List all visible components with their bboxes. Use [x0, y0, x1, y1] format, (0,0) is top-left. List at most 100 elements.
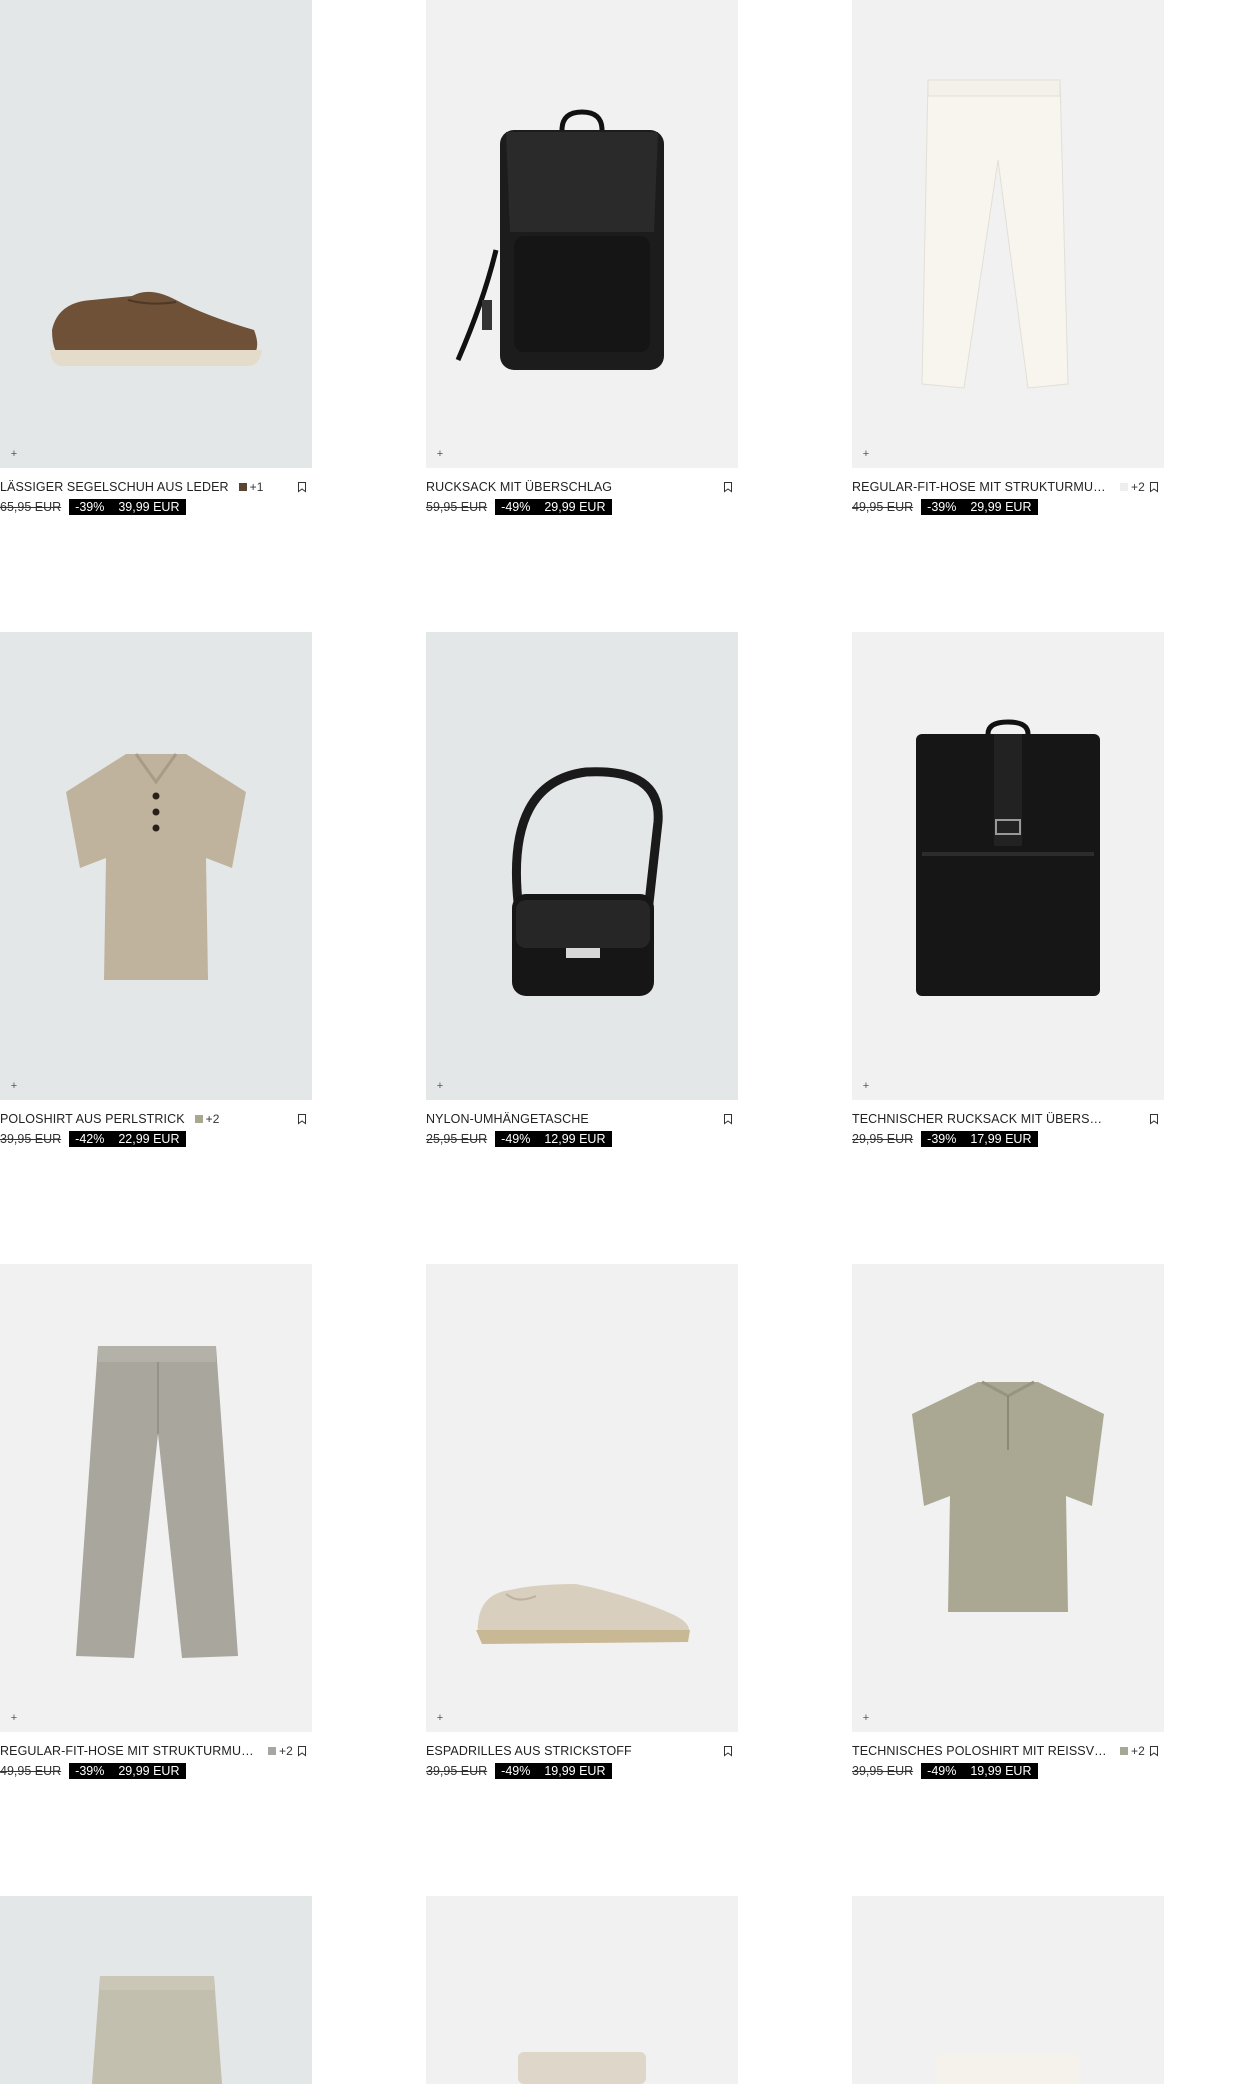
bookmark-icon[interactable]	[722, 1113, 734, 1125]
product-name[interactable]: POLOSHIRT AUS PERLSTRICK	[0, 1112, 185, 1126]
plus-icon[interactable]: +	[8, 448, 20, 460]
plus-icon[interactable]: +	[8, 1712, 20, 1724]
original-price: 39,95 EUR	[852, 1764, 914, 1778]
product-preview-image	[936, 2054, 1080, 2084]
product-image[interactable]	[0, 1896, 312, 2084]
product-image[interactable]: +	[852, 1264, 1164, 1732]
bookmark-icon[interactable]	[722, 1745, 734, 1757]
color-swatch[interactable]	[194, 1115, 203, 1123]
original-price: 65,95 EUR	[0, 500, 62, 514]
original-price: 59,95 EUR	[426, 500, 488, 514]
bookmark-icon[interactable]	[1148, 481, 1160, 493]
boat-shoe-image	[50, 291, 262, 366]
sale-price: 17,99 EUR	[970, 1132, 1032, 1146]
bookmark-icon[interactable]	[296, 1113, 308, 1125]
plus-icon[interactable]: +	[860, 1712, 872, 1724]
discount-badge: -39% 29,99 EUR	[69, 1763, 186, 1779]
product-grid: + LÄSSIGER SEGELSCHUH AUS LEDER +1 65,95…	[0, 0, 1250, 2084]
discount-percent: -39%	[75, 1764, 105, 1778]
product-image[interactable]: +	[0, 1264, 312, 1732]
product-card-trousers-grey[interactable]: + REGULAR-FIT-HOSE MIT STRUKTURMUS... +2…	[0, 1264, 312, 1779]
product-card-partial[interactable]	[0, 1896, 312, 2084]
product-card-trousers-white[interactable]: + REGULAR-FIT-HOSE MIT STRUKTURMUS... +2…	[852, 0, 1164, 515]
bookmark-icon[interactable]	[1148, 1745, 1160, 1757]
discount-badge: -49% 29,99 EUR	[495, 499, 612, 515]
product-image[interactable]: +	[0, 632, 312, 1100]
polo-shirt-image	[66, 753, 246, 980]
product-name[interactable]: RUCKSACK MIT ÜBERSCHLAG	[426, 480, 612, 494]
bookmark-icon[interactable]	[722, 481, 734, 493]
product-name[interactable]: ESPADRILLES AUS STRICKSTOFF	[426, 1744, 632, 1758]
product-card-loafer[interactable]: + LÄSSIGER SEGELSCHUH AUS LEDER +1 65,95…	[0, 0, 312, 515]
color-swatch[interactable]	[268, 1747, 276, 1755]
discount-badge: -49% 19,99 EUR	[495, 1763, 612, 1779]
more-colors: +1	[249, 480, 264, 494]
plus-icon[interactable]: +	[8, 1080, 20, 1092]
product-card-crossbody-bag[interactable]: + NYLON-UMHÄNGETASCHE 25,95 EUR -49% 12,…	[426, 632, 738, 1147]
more-colors: +2	[205, 1112, 220, 1126]
discount-percent: -49%	[501, 1132, 531, 1146]
original-price: 25,95 EUR	[426, 1132, 488, 1146]
plus-icon[interactable]: +	[434, 448, 446, 460]
sale-price: 22,99 EUR	[118, 1132, 180, 1146]
discount-badge: -42% 22,99 EUR	[69, 1131, 186, 1147]
discount-percent: -49%	[501, 500, 531, 514]
product-card-partial[interactable]	[852, 1896, 1164, 2084]
discount-badge: -39% 29,99 EUR	[921, 499, 1038, 515]
plus-icon[interactable]: +	[434, 1080, 446, 1092]
product-image[interactable]: +	[0, 0, 312, 468]
discount-percent: -49%	[501, 1764, 531, 1778]
discount-badge: -49% 12,99 EUR	[495, 1131, 612, 1147]
crossbody-bag-image	[511, 767, 663, 996]
color-swatch[interactable]	[238, 483, 247, 491]
product-name[interactable]: REGULAR-FIT-HOSE MIT STRUKTURMUS...	[0, 1744, 258, 1758]
product-name[interactable]: REGULAR-FIT-HOSE MIT STRUKTURMUS...	[852, 480, 1110, 494]
product-name[interactable]: LÄSSIGER SEGELSCHUH AUS LEDER	[0, 480, 229, 494]
more-colors: +2	[279, 1744, 293, 1758]
original-price: 49,95 EUR	[852, 500, 914, 514]
discount-percent: -39%	[927, 1132, 957, 1146]
bookmark-icon[interactable]	[296, 481, 308, 493]
sale-price: 19,99 EUR	[970, 1764, 1032, 1778]
original-price: 39,95 EUR	[0, 1132, 62, 1146]
sale-price: 29,99 EUR	[970, 500, 1032, 514]
product-image[interactable]: +	[426, 632, 738, 1100]
product-card-espadrilles[interactable]: + ESPADRILLES AUS STRICKSTOFF 39,95 EUR …	[426, 1264, 738, 1779]
product-image[interactable]	[852, 1896, 1164, 2084]
product-name[interactable]: TECHNISCHER RUCKSACK MIT ÜBERSCHLAG	[852, 1112, 1110, 1126]
product-card-technical-backpack[interactable]: + TECHNISCHER RUCKSACK MIT ÜBERSCHLAG 29…	[852, 632, 1164, 1147]
bookmark-icon[interactable]	[296, 1745, 308, 1757]
product-preview-image	[518, 2052, 646, 2084]
trousers-image	[76, 1346, 238, 1658]
sale-price: 12,99 EUR	[544, 1132, 606, 1146]
discount-percent: -39%	[927, 500, 957, 514]
plus-icon[interactable]: +	[860, 1080, 872, 1092]
plus-icon[interactable]: +	[434, 1712, 446, 1724]
product-image[interactable]: +	[426, 0, 738, 468]
espadrille-image	[476, 1584, 690, 1644]
plus-icon[interactable]: +	[860, 448, 872, 460]
sale-price: 39,99 EUR	[118, 500, 180, 514]
color-swatch[interactable]	[1120, 483, 1128, 491]
original-price: 29,95 EUR	[852, 1132, 914, 1146]
discount-badge: -39% 39,99 EUR	[69, 499, 186, 515]
product-name[interactable]: TECHNISCHES POLOSHIRT MIT REISSVE...	[852, 1744, 1110, 1758]
product-card-backpack[interactable]: + RUCKSACK MIT ÜBERSCHLAG 59,95 EUR -49%…	[426, 0, 738, 515]
product-image[interactable]	[426, 1896, 738, 2084]
more-colors: +2	[1131, 1744, 1145, 1758]
color-swatch[interactable]	[1120, 1747, 1128, 1755]
trousers-image	[92, 1976, 222, 2084]
backpack-image	[455, 109, 664, 370]
sale-price: 29,99 EUR	[544, 500, 606, 514]
product-card-partial[interactable]	[426, 1896, 738, 2084]
product-image[interactable]: +	[426, 1264, 738, 1732]
more-colors: +2	[1131, 480, 1145, 494]
discount-badge: -49% 19,99 EUR	[921, 1763, 1038, 1779]
product-image[interactable]: +	[852, 0, 1164, 468]
product-name[interactable]: NYLON-UMHÄNGETASCHE	[426, 1112, 589, 1126]
product-card-technical-polo[interactable]: + TECHNISCHES POLOSHIRT MIT REISSVE... +…	[852, 1264, 1164, 1779]
product-image[interactable]: +	[852, 632, 1164, 1100]
discount-percent: -49%	[927, 1764, 957, 1778]
product-card-polo-knit[interactable]: + POLOSHIRT AUS PERLSTRICK +2 39,95 EUR …	[0, 632, 312, 1147]
bookmark-icon[interactable]	[1148, 1113, 1160, 1125]
